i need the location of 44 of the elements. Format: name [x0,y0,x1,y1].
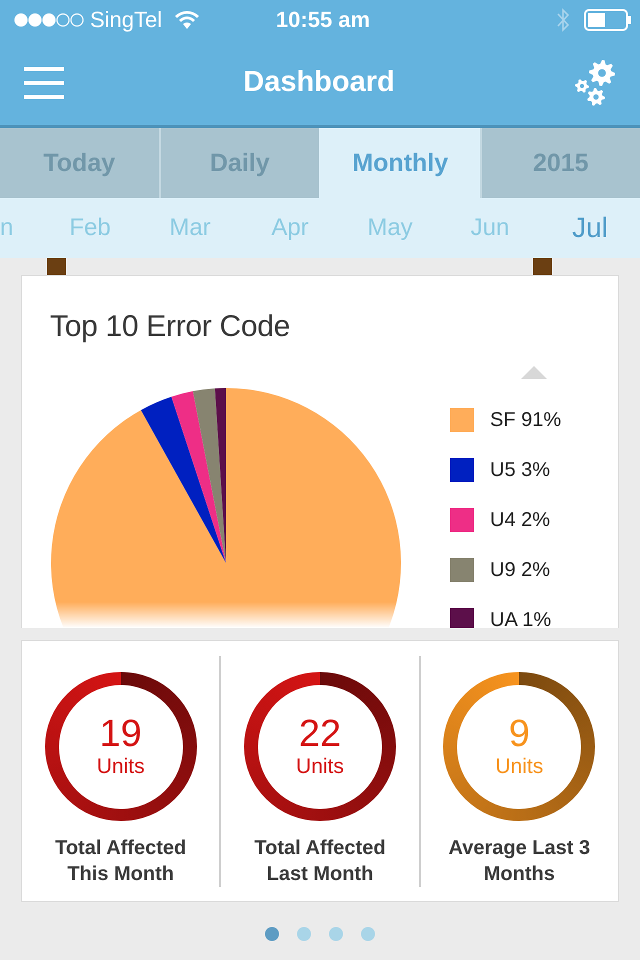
month-item[interactable]: Jul [540,212,640,244]
page-dot[interactable] [329,927,343,941]
status-time: 10:55 am [276,7,370,33]
signal-icon [14,12,84,28]
page-dot[interactable] [297,927,311,941]
legend-code: U5 [490,459,516,481]
legend-share: 91% [521,409,562,431]
month-item[interactable]: Feb [40,214,140,242]
scroll-up-icon[interactable] [521,366,547,380]
legend-code: UA [490,609,517,628]
bluetooth-icon [556,7,570,33]
stat-label: Average Last 3 Months [448,836,592,887]
page-dot[interactable] [361,927,375,941]
menu-icon[interactable] [24,66,64,98]
period-tab[interactable]: Monthly [319,128,480,198]
stat-unit: Units [495,754,544,780]
stat-value: 19 [100,714,142,754]
month-item[interactable]: May [340,214,440,242]
stat-value: 22 [298,714,342,754]
clip-marker [533,258,552,275]
stat-label: Total Affected Last Month [253,836,387,887]
wifi-icon [174,10,200,30]
page-dot[interactable] [265,927,279,941]
screen-title: Dashboard [242,66,396,99]
legend-share: 1% [522,609,552,628]
battery-icon [584,9,632,31]
stat-label: Total Affected This Month [54,836,188,887]
legend-code: U9 [490,559,516,581]
legend-code: U4 [490,509,516,531]
month-item[interactable]: Mar [140,214,240,242]
carrier-name: SingTel [90,7,162,33]
legend-code: SF [490,409,516,431]
stat-unit: Units [296,754,344,780]
legend-share: 2% [521,509,550,531]
stat-value: 9 [508,714,530,754]
month-item[interactable]: Jun [440,214,540,242]
settings-icon[interactable] [574,58,616,106]
month-item[interactable]: Apr [240,214,340,242]
chart-title: Top 10 Error Code [50,310,290,344]
clip-marker [47,258,66,275]
stat-unit: Units [96,754,145,780]
legend-share: 2% [521,559,550,581]
legend-share: 3% [521,459,550,481]
month-item[interactable]: n [0,214,40,242]
